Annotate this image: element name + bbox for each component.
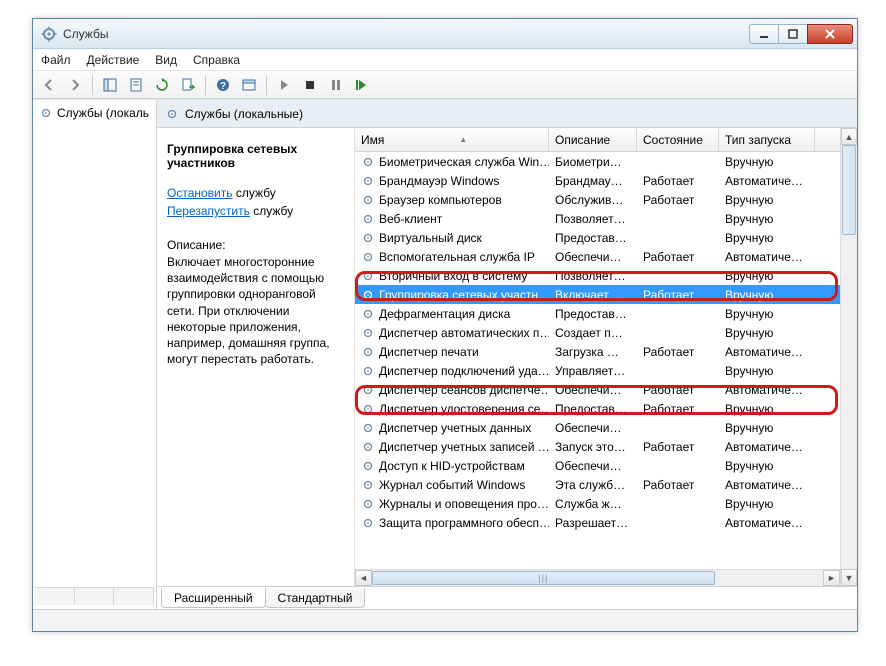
menu-view[interactable]: Вид <box>155 53 177 67</box>
gear-icon <box>39 106 53 120</box>
service-row[interactable]: Диспетчер подключений уда…Управляет…Вруч… <box>355 361 840 380</box>
gear-icon <box>361 269 375 283</box>
statusbar <box>33 609 857 631</box>
col-header-name[interactable]: Имя ▲ <box>355 128 549 151</box>
list-hscrollbar[interactable]: ◄ ||| ► <box>355 569 840 586</box>
service-row[interactable]: Вспомогательная служба IPОбеспечи…Работа… <box>355 247 840 266</box>
service-row[interactable]: Брандмауэр WindowsБрандмау…РаботаетАвтом… <box>355 171 840 190</box>
content-area: Службы (локаль Службы (локальные) Группи… <box>33 99 857 609</box>
gear-icon <box>361 326 375 340</box>
service-row[interactable]: Дефрагментация дискаПредостав…Вручную <box>355 304 840 323</box>
menu-file[interactable]: Файл <box>41 53 71 67</box>
col-header-state[interactable]: Состояние <box>637 128 719 151</box>
window-title: Службы <box>63 27 750 41</box>
service-row[interactable]: Виртуальный дискПредостав…Вручную <box>355 228 840 247</box>
detail-pane: Группировка сетевых участников Остановит… <box>157 128 355 586</box>
gear-icon <box>361 516 375 530</box>
gear-icon <box>361 497 375 511</box>
help-button[interactable]: ? <box>211 74 235 96</box>
gear-icon <box>361 478 375 492</box>
col-header-desc[interactable]: Описание <box>549 128 637 151</box>
service-row[interactable]: Диспетчер сеансов диспетче…Обеспечи…Рабо… <box>355 380 840 399</box>
service-row[interactable]: Журнал событий WindowsЭта служб…Работает… <box>355 475 840 494</box>
service-row[interactable]: Защита программного обесп…Разрешает…Авто… <box>355 513 840 532</box>
list-pane: Имя ▲ Описание Состояние Тип запуска Био… <box>355 128 857 586</box>
service-row[interactable]: Диспетчер учетных данныхОбеспечи…Вручную <box>355 418 840 437</box>
restart-service-link[interactable]: Перезапустить <box>167 204 250 218</box>
menubar: Файл Действие Вид Справка <box>33 49 857 71</box>
list-header: Имя ▲ Описание Состояние Тип запуска <box>355 128 840 152</box>
menu-action[interactable]: Действие <box>87 53 140 67</box>
service-row[interactable]: Браузер компьютеровОбслужив…РаботаетВруч… <box>355 190 840 209</box>
properties-button[interactable] <box>124 74 148 96</box>
col-header-start[interactable]: Тип запуска <box>719 128 815 151</box>
service-row[interactable]: Диспетчер удостоверения се…Предостав…Раб… <box>355 399 840 418</box>
right-pane: Службы (локальные) Группировка сетевых у… <box>157 100 857 609</box>
service-row[interactable]: Вторичный вход в системуПозволяет…Вручну… <box>355 266 840 285</box>
close-button[interactable] <box>807 24 853 44</box>
tab-standard[interactable]: Стандартный <box>265 588 366 608</box>
toolbar-btn-8[interactable] <box>237 74 261 96</box>
pane-header-label: Службы (локальные) <box>185 107 303 121</box>
gear-icon <box>361 345 375 359</box>
gear-icon <box>361 364 375 378</box>
view-tabs: Расширенный Стандартный <box>157 587 857 609</box>
service-row[interactable]: Журналы и оповещения про…Служба ж…Вручну… <box>355 494 840 513</box>
toolbar: ? <box>33 71 857 99</box>
gear-icon <box>361 212 375 226</box>
service-row[interactable]: Доступ к HID-устройствамОбеспечи…Вручную <box>355 456 840 475</box>
service-list[interactable]: Биометрическая служба Win…Биометри…Вручн… <box>355 152 840 569</box>
list-vscrollbar[interactable]: ▲ ▼ <box>840 128 857 586</box>
export-button[interactable] <box>176 74 200 96</box>
pane-header: Службы (локальные) <box>157 100 857 128</box>
service-row[interactable]: Диспетчер автоматических п…Создает п…Вру… <box>355 323 840 342</box>
service-row[interactable]: Группировка сетевых участн…Включает …Раб… <box>355 285 840 304</box>
refresh-button[interactable] <box>150 74 174 96</box>
tree-root[interactable]: Службы (локаль <box>35 104 154 122</box>
gear-icon <box>361 440 375 454</box>
tree-hscroll[interactable] <box>35 587 154 605</box>
stop-service-button[interactable] <box>298 74 322 96</box>
service-row[interactable]: Биометрическая служба Win…Биометри…Вручн… <box>355 152 840 171</box>
show-tree-button[interactable] <box>98 74 122 96</box>
pause-service-button[interactable] <box>324 74 348 96</box>
services-window: Службы Файл Действие Вид Справка ? <box>32 18 858 632</box>
gear-icon <box>361 421 375 435</box>
stop-service-link[interactable]: Остановить <box>167 186 233 200</box>
sort-asc-icon: ▲ <box>384 135 542 144</box>
tree-pane[interactable]: Службы (локаль <box>33 100 157 609</box>
services-icon <box>41 26 57 42</box>
back-button[interactable] <box>37 74 61 96</box>
gear-icon <box>361 231 375 245</box>
detail-desc-label: Описание: <box>167 238 344 252</box>
gear-icon <box>361 383 375 397</box>
gear-icon <box>165 107 179 121</box>
service-row[interactable]: Веб-клиентПозволяет…Вручную <box>355 209 840 228</box>
gear-icon <box>361 250 375 264</box>
service-row[interactable]: Диспетчер печатиЗагрузка …РаботаетАвтома… <box>355 342 840 361</box>
gear-icon <box>361 288 375 302</box>
gear-icon <box>361 459 375 473</box>
detail-title: Группировка сетевых участников <box>167 142 344 170</box>
tab-extended[interactable]: Расширенный <box>161 588 266 608</box>
maximize-button[interactable] <box>778 24 808 44</box>
gear-icon <box>361 155 375 169</box>
gear-icon <box>361 174 375 188</box>
svg-text:?: ? <box>220 81 226 92</box>
gear-icon <box>361 307 375 321</box>
detail-description: Включает многосторонние взаимодействия с… <box>167 254 344 367</box>
menu-help[interactable]: Справка <box>193 53 240 67</box>
start-service-button[interactable] <box>272 74 296 96</box>
service-row[interactable]: Диспетчер учетных записей …Запуск это…Ра… <box>355 437 840 456</box>
minimize-button[interactable] <box>749 24 779 44</box>
titlebar[interactable]: Службы <box>33 19 857 49</box>
restart-service-button[interactable] <box>350 74 374 96</box>
forward-button[interactable] <box>63 74 87 96</box>
gear-icon <box>361 402 375 416</box>
gear-icon <box>361 193 375 207</box>
tree-root-label: Службы (локаль <box>57 106 149 120</box>
